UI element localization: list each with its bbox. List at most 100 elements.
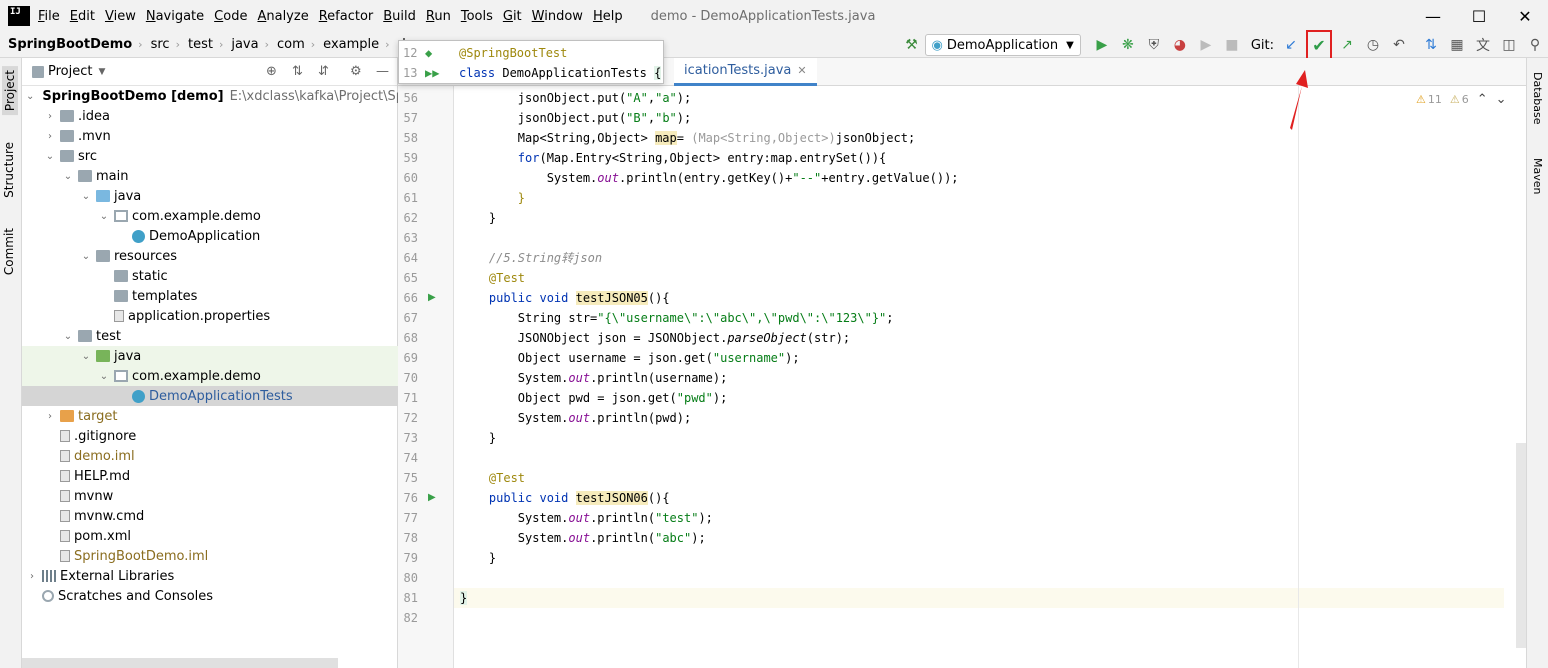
menu-item-tools[interactable]: Tools — [461, 9, 493, 24]
chevron-down-icon[interactable]: ⌄ — [80, 251, 92, 262]
tree-item[interactable]: pom.xml — [22, 526, 398, 546]
tab-project[interactable]: Project — [2, 66, 18, 116]
tree-item[interactable]: Scratches and Consoles — [22, 586, 398, 606]
chevron-down-icon[interactable]: ⌄ — [98, 211, 110, 222]
locate-icon[interactable]: ⊕ — [266, 64, 277, 79]
debug-icon[interactable]: ❋ — [1115, 33, 1141, 57]
tree-item[interactable]: › .idea — [22, 106, 398, 126]
search-icon[interactable]: ⚲ — [1522, 33, 1548, 57]
chevron-right-icon[interactable]: › — [44, 131, 56, 142]
vertical-scrollbar[interactable] — [1516, 443, 1526, 648]
breadcrumb-item[interactable]: src › — [151, 37, 180, 52]
breadcrumb-item[interactable]: java › — [231, 37, 269, 52]
run-configuration-select[interactable]: ◉ DemoApplication ▼ — [924, 34, 1081, 56]
chevron-down-icon[interactable]: ▼ — [98, 67, 105, 77]
menu-item-help[interactable]: Help — [593, 9, 623, 24]
tab-demoapplicationtests[interactable]: icationTests.java ✕ — [674, 58, 817, 86]
hide-icon[interactable]: — — [376, 64, 389, 79]
tree-item[interactable]: mvnw.cmd — [22, 506, 398, 526]
coverage-icon[interactable]: ⛨ — [1141, 33, 1167, 57]
menu-item-git[interactable]: Git — [503, 9, 522, 24]
inspection-widget[interactable]: ⚠ 11 ⚠ 6 ⌃ ⌄ — [1416, 92, 1507, 107]
menu-item-run[interactable]: Run — [426, 9, 451, 24]
spring-bean-icon[interactable]: ◆ — [425, 43, 459, 63]
sticky-line[interactable]: 12 ◆ @SpringBootTest — [403, 43, 567, 63]
expand-all-icon[interactable]: ⇅ — [292, 64, 303, 79]
project-structure-icon[interactable]: ▦ — [1444, 33, 1470, 57]
chevron-right-icon[interactable]: › — [44, 411, 56, 422]
menu-item-window[interactable]: Window — [532, 9, 583, 24]
menu-item-build[interactable]: Build — [383, 9, 416, 24]
menu-item-analyze[interactable]: Analyze — [257, 9, 308, 24]
chevron-up-icon[interactable]: ⌃ — [1477, 92, 1488, 107]
tree-item[interactable]: mvnw — [22, 486, 398, 506]
horizontal-scrollbar[interactable] — [22, 658, 338, 668]
sticky-line[interactable]: 13 ▶▶ class DemoApplicationTests { — [403, 63, 662, 83]
tree-item[interactable]: HELP.md — [22, 466, 398, 486]
translate-icon[interactable]: 文 — [1470, 33, 1496, 57]
tab-maven[interactable]: Maven — [1531, 158, 1544, 194]
maximize-button[interactable]: ☐ — [1456, 0, 1502, 32]
menu-item-code[interactable]: Code — [214, 9, 247, 24]
history-icon[interactable]: ◷ — [1360, 33, 1386, 57]
tree-item[interactable]: DemoApplication — [22, 226, 398, 246]
breadcrumb-item[interactable]: example › — [323, 37, 389, 52]
close-tab-icon[interactable]: ✕ — [797, 64, 806, 77]
tree-item[interactable]: ⌄ com.example.demo — [22, 206, 398, 226]
tree-item[interactable]: .gitignore — [22, 426, 398, 446]
run-test-icon[interactable]: ▶ — [428, 293, 438, 303]
menu-item-refactor[interactable]: Refactor — [319, 9, 374, 24]
project-panel-title[interactable]: Project — [48, 64, 92, 79]
run-test-icon[interactable]: ▶ — [428, 493, 438, 503]
sdk-icon[interactable]: ⇅ — [1418, 33, 1444, 57]
resume-icon[interactable]: ▶ — [1193, 33, 1219, 57]
git-commit-button[interactable]: ✔ — [1306, 30, 1332, 60]
git-update-icon[interactable]: ↙ — [1278, 33, 1304, 57]
tree-item[interactable]: ⌄ resources — [22, 246, 398, 266]
tree-item[interactable]: ⌄ src — [22, 146, 398, 166]
chevron-down-icon[interactable]: ⌄ — [1496, 92, 1507, 107]
tree-root[interactable]: ⌄ SpringBootDemo [demo] E:\xdclass\kafka… — [22, 86, 429, 106]
chevron-down-icon[interactable]: ⌄ — [98, 371, 110, 382]
menu-item-edit[interactable]: Edit — [70, 9, 95, 24]
menu-item-view[interactable]: View — [105, 9, 136, 24]
tree-item[interactable]: › External Libraries — [22, 566, 398, 586]
breadcrumb-item[interactable]: com › — [277, 37, 315, 52]
chevron-down-icon[interactable]: ⌄ — [80, 191, 92, 202]
code-area[interactable]: jsonObject.put("A","a"); jsonObject.put(… — [454, 86, 1514, 668]
stop-icon[interactable]: ■ — [1219, 33, 1245, 57]
git-push-icon[interactable]: ↗ — [1334, 33, 1360, 57]
rollback-icon[interactable]: ↶ — [1386, 33, 1412, 57]
run-icon[interactable]: ▶ — [1089, 33, 1115, 57]
tab-database[interactable]: Database — [1531, 72, 1544, 125]
chevron-down-icon[interactable]: ⌄ — [80, 351, 92, 362]
tree-item[interactable]: templates — [22, 286, 398, 306]
tree-item[interactable]: › target — [22, 406, 398, 426]
menu-item-navigate[interactable]: Navigate — [146, 9, 204, 24]
tree-item[interactable]: static — [22, 266, 398, 286]
chevron-down-icon[interactable]: ⌄ — [62, 171, 74, 182]
tab-commit[interactable]: Commit — [2, 228, 16, 275]
gear-icon[interactable]: ⚙ — [350, 64, 362, 79]
build-hammer-icon[interactable]: ⚒ — [899, 33, 925, 57]
tree-item[interactable]: application.properties — [22, 306, 398, 326]
profile-icon[interactable]: ◕ — [1167, 33, 1193, 57]
tree-item[interactable]: ⌄ java — [22, 186, 398, 206]
tree-item[interactable]: ⌄ com.example.demo — [22, 366, 398, 386]
chevron-right-icon[interactable]: › — [26, 571, 38, 582]
menu-item-file[interactable]: File — [38, 9, 60, 24]
tree-item[interactable]: ⌄ main — [22, 166, 398, 186]
chevron-down-icon[interactable]: ⌄ — [26, 91, 34, 102]
chevron-down-icon[interactable]: ⌄ — [62, 331, 74, 342]
collapse-all-icon[interactable]: ⇵ — [318, 64, 329, 79]
close-button[interactable]: ✕ — [1502, 0, 1548, 32]
breadcrumb-item[interactable]: test › — [188, 37, 223, 52]
tree-item[interactable]: DemoApplicationTests — [22, 386, 398, 406]
chevron-down-icon[interactable]: ⌄ — [44, 151, 56, 162]
chevron-right-icon[interactable]: › — [44, 111, 56, 122]
tree-item[interactable]: SpringBootDemo.iml — [22, 546, 398, 566]
tree-item[interactable]: › .mvn — [22, 126, 398, 146]
tree-item[interactable]: ⌄ test — [22, 326, 398, 346]
presentation-icon[interactable]: ◫ — [1496, 33, 1522, 57]
tab-structure[interactable]: Structure — [2, 142, 16, 198]
